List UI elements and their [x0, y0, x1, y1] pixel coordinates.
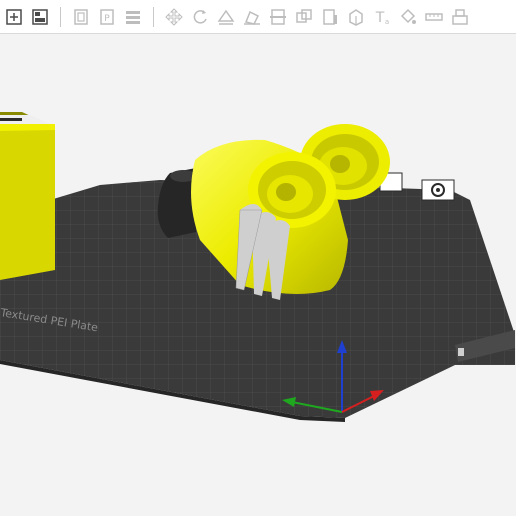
svg-text:a: a: [385, 18, 389, 26]
assembly-icon[interactable]: [448, 5, 472, 29]
boolean-icon[interactable]: [292, 5, 316, 29]
cut-icon[interactable]: [266, 5, 290, 29]
plate-icon[interactable]: P: [95, 5, 119, 29]
paint-bucket-icon[interactable]: [396, 5, 420, 29]
toolbar-divider: [60, 6, 61, 27]
cube-object[interactable]: [0, 112, 55, 280]
lay-on-face-icon[interactable]: [240, 5, 264, 29]
auto-orient-icon[interactable]: [214, 5, 238, 29]
seam-icon[interactable]: [344, 5, 368, 29]
toolbar-divider: [153, 6, 154, 27]
layers-icon[interactable]: [121, 5, 145, 29]
rotate-icon[interactable]: [188, 5, 212, 29]
support-cylinder: [157, 168, 196, 238]
arrange-icon[interactable]: [28, 5, 52, 29]
top-toolbar: P Ta: [0, 0, 516, 34]
ruler-icon[interactable]: [422, 5, 446, 29]
svg-text:T: T: [375, 10, 385, 26]
orient-icon[interactable]: [69, 5, 93, 29]
move-icon[interactable]: [162, 5, 186, 29]
3d-viewport[interactable]: Textured PEI Plate: [0, 34, 516, 516]
support-paint-icon[interactable]: [318, 5, 342, 29]
cube-plus-icon[interactable]: [2, 5, 26, 29]
text-icon[interactable]: Ta: [370, 5, 394, 29]
scene: Textured PEI Plate: [0, 112, 515, 422]
svg-text:P: P: [104, 14, 110, 24]
